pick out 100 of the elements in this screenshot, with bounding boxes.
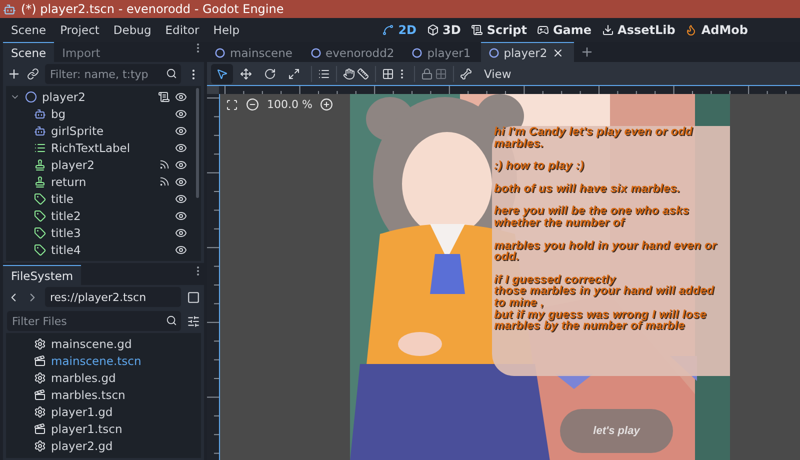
file-item[interactable]: player1.gd	[6, 403, 201, 420]
eye-icon[interactable]	[175, 244, 187, 256]
group-icon[interactable]	[435, 68, 447, 80]
circle-icon	[215, 48, 225, 58]
dialog-text: if I guessed correctly	[494, 274, 617, 286]
tree-item[interactable]: return	[6, 173, 201, 190]
eye-icon[interactable]	[175, 142, 187, 154]
tag-icon	[34, 192, 46, 204]
scale-icon	[288, 68, 300, 80]
stamp-icon	[34, 158, 46, 170]
file-item[interactable]: mainscene.gd	[6, 335, 201, 352]
search-icon	[166, 68, 177, 79]
dock-tab[interactable]: FileSystem	[3, 265, 82, 285]
node-name: bg	[51, 106, 66, 120]
tree-item[interactable]: bg	[6, 105, 201, 122]
view-menu[interactable]: View	[474, 66, 522, 80]
grid-icon[interactable]	[382, 68, 394, 80]
eye-icon[interactable]	[175, 226, 187, 238]
scroll-icon	[470, 24, 483, 36]
gear-icon	[34, 406, 46, 418]
link-icon[interactable]	[27, 68, 39, 80]
file-tab[interactable]: player2	[480, 42, 574, 62]
file-item[interactable]: marbles.tscn	[6, 386, 201, 403]
stamp-icon	[34, 176, 46, 188]
main-screen-button[interactable]: Game	[536, 23, 592, 37]
path-field[interactable]: res://player2.tscn	[45, 287, 181, 307]
circle-icon	[25, 90, 37, 102]
dock-tab[interactable]: Scene	[3, 42, 54, 62]
menu-item[interactable]: Scene	[4, 23, 54, 37]
file-item[interactable]: marbles.gd	[6, 369, 201, 386]
main-screen-button[interactable]: 3D	[426, 23, 461, 37]
tree-item[interactable]: RichTextLabel	[6, 139, 201, 156]
filter-field[interactable]: Filter Files	[7, 311, 181, 331]
file-item[interactable]: mainscene.tscn	[6, 352, 201, 369]
eye-icon[interactable]	[175, 158, 187, 170]
flame-icon	[685, 24, 698, 36]
script-icon[interactable]	[158, 90, 170, 102]
panel-icon[interactable]	[187, 290, 200, 304]
signal-icon[interactable]	[159, 159, 170, 170]
clapperboard-icon	[34, 388, 46, 400]
eye-icon[interactable]	[175, 192, 187, 204]
main-screen-button[interactable]: AssetLib	[602, 23, 676, 37]
close-icon[interactable]	[552, 46, 564, 58]
gear-icon	[34, 372, 46, 384]
tree-item[interactable]: player2	[6, 88, 201, 105]
lock-icon[interactable]	[421, 68, 433, 80]
dialog-text: hi I'm Candy let's play even or odd marbles.	[494, 127, 694, 150]
move-icon	[240, 68, 252, 80]
sliders-icon[interactable]	[187, 314, 200, 328]
zoom-in-icon[interactable]	[320, 98, 334, 111]
eye-icon[interactable]	[175, 210, 187, 222]
filter-field[interactable]: Filter: name, t:typ	[45, 64, 181, 84]
menu-item[interactable]: Debug	[106, 23, 158, 37]
tree-item[interactable]: girlSprite	[6, 122, 201, 139]
menu-item[interactable]: Project	[53, 23, 106, 37]
add-icon[interactable]	[7, 67, 21, 81]
file-tab[interactable]: player1	[404, 42, 481, 62]
tag-icon	[34, 244, 46, 256]
eye-icon[interactable]	[175, 124, 187, 136]
menu-item[interactable]: Editor	[158, 23, 206, 37]
signal-icon[interactable]	[159, 176, 170, 187]
center-view-icon[interactable]	[226, 98, 238, 110]
eye-icon[interactable]	[175, 108, 187, 120]
tool-button[interactable]	[211, 64, 233, 84]
gear-icon	[34, 440, 46, 452]
dialog-text: here you will be the one who asks whether the number of	[494, 206, 690, 230]
download-icon	[602, 24, 614, 36]
gear-icon	[34, 338, 46, 350]
eye-icon[interactable]	[175, 90, 187, 102]
add-tab-icon[interactable]	[580, 45, 594, 59]
main-screen-button[interactable]: Script	[470, 23, 527, 37]
file-tab[interactable]: evenorodd2	[302, 42, 404, 62]
tree-item[interactable]: player2	[6, 156, 201, 173]
dialog-text: marbles you hold in your hand even or odd.	[494, 240, 718, 264]
tree-item[interactable]: title	[6, 190, 201, 207]
tree-item[interactable]: title4	[6, 241, 201, 258]
file-item[interactable]: player2.gd	[6, 437, 201, 454]
node-name: title3	[51, 226, 81, 240]
eye-icon[interactable]	[175, 176, 187, 188]
main-screen-button[interactable]: 2D	[382, 23, 417, 37]
dock-tab[interactable]: Import	[54, 42, 108, 62]
file-tab[interactable]: mainscene	[207, 42, 302, 62]
robot-icon	[34, 108, 46, 120]
main-screen-button[interactable]: AdMob	[685, 23, 748, 37]
node-name: title	[51, 192, 74, 206]
bone-icon[interactable]	[460, 68, 472, 80]
menu-item[interactable]: Help	[206, 23, 247, 37]
pointer-icon	[216, 68, 228, 80]
ruler-corner	[207, 86, 219, 94]
dialog-text: :) how to play :)	[494, 161, 586, 173]
circle-icon	[412, 48, 422, 58]
tree-item[interactable]: title3	[6, 224, 201, 241]
file-item[interactable]: player1.tscn	[6, 420, 201, 437]
cube-icon	[426, 24, 439, 36]
hand-icon[interactable]	[343, 68, 355, 80]
dialog-text: both of us will have six marbles.	[494, 184, 682, 196]
zoom-out-icon[interactable]	[246, 98, 259, 111]
node-name: title4	[51, 242, 81, 256]
ruler-icon[interactable]	[357, 68, 369, 80]
tree-item[interactable]: title2	[6, 207, 201, 224]
